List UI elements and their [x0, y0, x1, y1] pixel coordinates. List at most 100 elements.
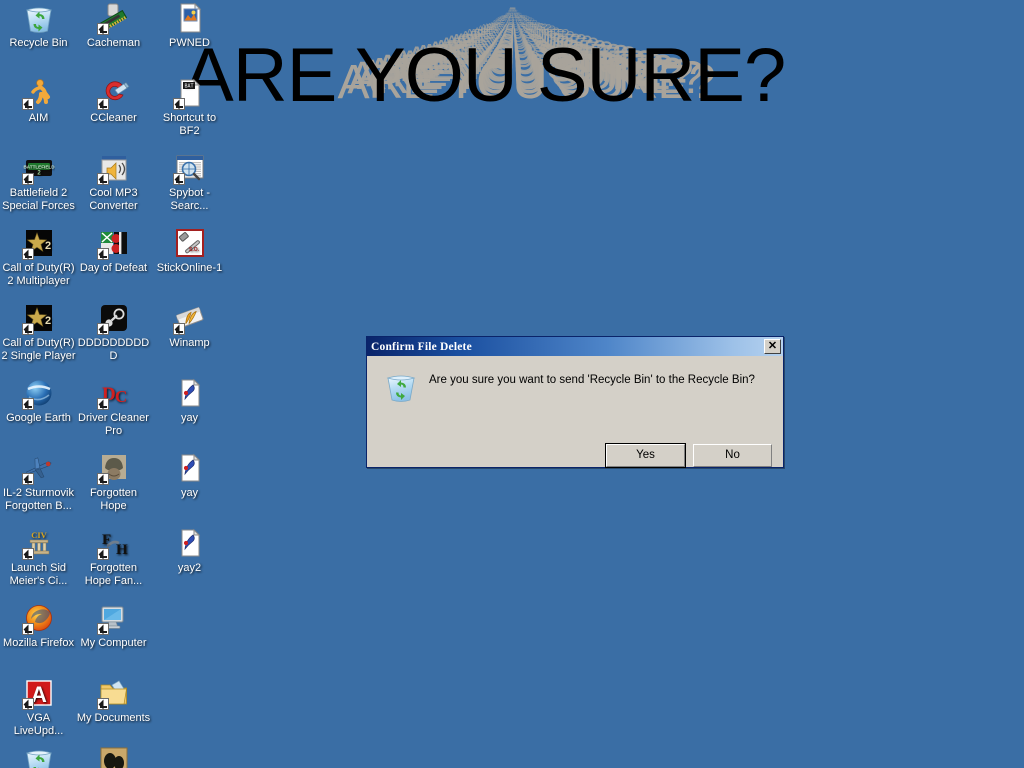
- desktop-icon-winamp[interactable]: Winamp: [152, 302, 227, 350]
- shortcut-overlay-icon: [21, 323, 34, 335]
- desktop-icon-label: yay: [180, 412, 199, 424]
- desktop-icon-label: Call of Duty(R) 2 Multiplayer: [2, 262, 75, 287]
- trail-copy: ARE YOU SURE?: [506, 11, 519, 16]
- desktop-icon-forgotten-hope-fan[interactable]: F H Forgotten Hope Fan...: [76, 527, 151, 588]
- desktop-icon-forgotten-hope[interactable]: Forgotten Hope: [76, 452, 151, 513]
- shortcut-overlay-icon: [96, 623, 109, 635]
- spybot-icon: [172, 152, 206, 185]
- paint-file-icon: [174, 527, 206, 559]
- confirm-file-delete-dialog[interactable]: Confirm File Delete ✕ Are you sure you w…: [366, 336, 784, 468]
- no-button[interactable]: No: [693, 444, 772, 467]
- desktop-icon-launch-sid-meiers-civ[interactable]: CIV Launch Sid Meier's Ci...: [1, 527, 76, 588]
- desktop-icon-aim[interactable]: AIM: [1, 77, 76, 125]
- desktop-icon-dddddddddd[interactable]: DDDDDDDDDD: [76, 302, 151, 363]
- svg-text:2: 2: [44, 240, 50, 252]
- speaker-icon: [96, 152, 130, 185]
- desktop-icon-google-earth[interactable]: Google Earth: [1, 377, 76, 425]
- desktop-icon-yay2[interactable]: yay2: [152, 527, 227, 575]
- desktop-icon-label: PWNED: [169, 37, 210, 49]
- desktop-icon-il2-sturmovik[interactable]: IL-2 Sturmovik Forgotten B...: [1, 452, 76, 513]
- desktop-icon-stickonline-1[interactable]: S.O. StickOnline-1: [152, 227, 227, 275]
- desktop-icon-cool-mp3-converter[interactable]: Cool MP3 Converter: [76, 152, 151, 213]
- desktop-icon-label: My Documents: [76, 712, 151, 724]
- desktop-icon-label: Google Earth: [6, 412, 71, 424]
- desktop-icon-label: DDDDDDDDDD: [77, 337, 150, 362]
- desktop-icon-vga-liveupdate[interactable]: A VGA LiveUpd...: [1, 677, 76, 738]
- shortcut-overlay-icon: [96, 173, 109, 185]
- battlefield-icon: BATTLEFIELD 2: [21, 152, 55, 185]
- trail-copy: ARE YOU SURE?: [509, 8, 515, 11]
- dialog-titlebar[interactable]: Confirm File Delete ✕: [367, 337, 783, 356]
- recycle-bin-icon: [23, 2, 55, 34]
- image-file-icon: [174, 2, 206, 34]
- desktop-icon-ccleaner[interactable]: CCleaner: [76, 77, 151, 125]
- desktop-icon-shortcut-to-bf2[interactable]: BAT Shortcut to BF2: [152, 77, 227, 138]
- trail-copy: ARE YOU SURE?: [509, 8, 515, 11]
- svg-text:S.O.: S.O.: [188, 247, 199, 253]
- trail-copy: ARE YOU SURE?: [498, 15, 529, 22]
- desktop-icon-my-documents[interactable]: My Documents: [76, 677, 151, 725]
- trail-copy: ARE YOU SURE?: [508, 9, 517, 13]
- desktop-icon-cod2-multiplayer[interactable]: 2 Call of Duty(R) 2 Multiplayer: [1, 227, 76, 288]
- svg-text:BAT: BAT: [184, 84, 193, 90]
- desktop-icon-tan-icon-partial[interactable]: [76, 745, 151, 768]
- dialog-message: Are you sure you want to send 'Recycle B…: [429, 374, 755, 386]
- desktop-icon-label: Recycle Bin: [9, 37, 68, 49]
- desktop-icon-yay[interactable]: yay: [152, 377, 227, 425]
- desktop-icon-label: Forgotten Hope: [89, 487, 138, 512]
- desktop-icon-battlefield-2-sf[interactable]: BATTLEFIELD 2 Battlefield 2 Special Forces: [1, 152, 76, 213]
- headline-text: ARE YOU SURE?: [183, 33, 786, 118]
- trail-copy: ARE YOU SURE?: [500, 15, 527, 21]
- desktop-icon-cacheman[interactable]: Cacheman: [76, 2, 151, 50]
- airplane-icon: [21, 452, 55, 485]
- trail-copy: ARE YOU SURE?: [509, 8, 516, 11]
- desktop-icon-recycle-bin-partial[interactable]: [1, 745, 76, 768]
- desktop-icon-label: Cacheman: [86, 37, 141, 49]
- shortcut-overlay-icon: [21, 98, 34, 110]
- paint-file-icon: [174, 452, 206, 484]
- desktop-icon-label: yay2: [177, 562, 202, 574]
- desktop-icon-my-computer[interactable]: My Computer: [76, 602, 151, 650]
- desktop[interactable]: ARE YOU SURE? ARE YOU SURE? ARE YOU SURE? A…: [0, 0, 1024, 768]
- trail-copy: ARE YOU SURE?: [483, 21, 548, 32]
- trail-copy: ARE YOU SURE?: [491, 18, 537, 27]
- tan-trees-icon: [98, 745, 130, 768]
- close-icon: ✕: [767, 340, 778, 352]
- desktop-icon-day-of-defeat[interactable]: Day of Defeat: [76, 227, 151, 275]
- desktop-icon-label: CCleaner: [90, 112, 137, 124]
- desktop-icon-yay-2[interactable]: yay: [152, 452, 227, 500]
- recycle-bin-icon: [384, 370, 418, 404]
- red-a-icon: A: [21, 677, 55, 710]
- svg-text:BATTLEFIELD: BATTLEFIELD: [23, 165, 55, 170]
- desktop-icon-recycle-bin[interactable]: Recycle Bin: [1, 2, 76, 50]
- desktop-icon-cod2-single-player[interactable]: 2 Call of Duty(R) 2 Single Player: [1, 302, 76, 363]
- cod-star-icon: 2: [21, 227, 55, 260]
- desktop-icon-spybot-search[interactable]: Spybot - Searc...: [152, 152, 227, 213]
- close-button[interactable]: ✕: [764, 339, 781, 354]
- shortcut-overlay-icon: [96, 398, 109, 410]
- trail-copy: ARE YOU SURE?: [494, 17, 534, 25]
- desktop-icon-pwned[interactable]: PWNED: [152, 2, 227, 50]
- shortcut-overlay-icon: [21, 548, 34, 560]
- my-computer-icon: [96, 602, 130, 635]
- desktop-icon-mozilla-firefox[interactable]: Mozilla Firefox: [1, 602, 76, 650]
- shortcut-overlay-icon: [96, 323, 109, 335]
- trail-copy: ARE YOU SURE?: [509, 8, 516, 10]
- trail-copy: ARE YOU SURE?: [507, 10, 518, 14]
- trail-copy: ARE YOU SURE?: [501, 14, 526, 20]
- ram-stick-icon: [96, 2, 130, 35]
- globe-icon: [21, 377, 55, 410]
- shortcut-overlay-icon: [21, 173, 34, 185]
- desktop-icon-driver-cleaner-pro[interactable]: D C Driver Cleaner Pro: [76, 377, 151, 438]
- running-man-icon: [21, 77, 55, 110]
- ccleaner-icon: [96, 77, 130, 110]
- svg-text:CIV: CIV: [31, 530, 47, 540]
- desktop-icon-label: IL-2 Sturmovik Forgotten B...: [3, 487, 74, 512]
- trail-copy: ARE YOU SURE?: [486, 20, 544, 31]
- recycle-bin-icon: [23, 745, 55, 768]
- yes-button[interactable]: Yes: [605, 443, 686, 468]
- svg-text:C: C: [115, 387, 127, 406]
- soldier-icon: [96, 452, 130, 485]
- svg-text:H: H: [116, 542, 128, 558]
- shortcut-overlay-icon: [96, 548, 109, 560]
